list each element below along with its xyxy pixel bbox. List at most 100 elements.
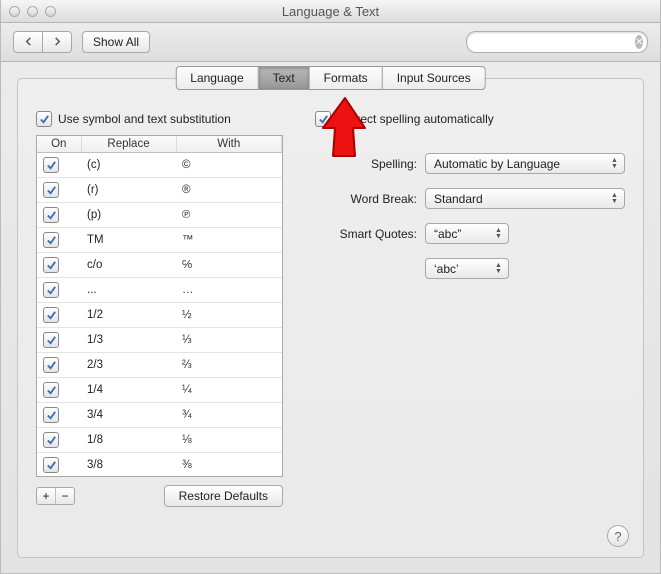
row-with-cell[interactable]: … xyxy=(176,278,282,303)
use-substitution-checkbox[interactable]: Use symbol and text substitution xyxy=(36,111,283,127)
row-with-cell[interactable]: ½ xyxy=(176,303,282,328)
row-on-checkbox[interactable] xyxy=(37,203,81,228)
row-on-checkbox[interactable] xyxy=(37,303,81,328)
table-row[interactable]: ...… xyxy=(37,278,282,303)
row-replace-cell[interactable]: 3/4 xyxy=(81,403,176,428)
row-with-cell[interactable]: ⅜ xyxy=(176,453,282,478)
row-on-checkbox[interactable] xyxy=(37,278,81,303)
row-with-cell[interactable]: ℅ xyxy=(176,253,282,278)
row-with-cell[interactable]: © xyxy=(176,153,282,178)
tab-text[interactable]: Text xyxy=(259,66,310,90)
row-on-checkbox[interactable] xyxy=(37,328,81,353)
col-with[interactable]: With xyxy=(176,136,282,153)
row-replace-cell[interactable]: 2/3 xyxy=(81,353,176,378)
table-row[interactable]: (p)℗ xyxy=(37,203,282,228)
row-with-cell[interactable]: ⅓ xyxy=(176,328,282,353)
row-replace-cell[interactable]: (c) xyxy=(81,153,176,178)
checkbox-icon xyxy=(43,432,59,448)
table-controls: + − Restore Defaults xyxy=(36,485,283,507)
table-row[interactable]: TM™ xyxy=(37,228,282,253)
substitution-table[interactable]: On Replace With (c)©(r)®(p)℗TM™c/o℅...…1… xyxy=(36,135,283,477)
add-button[interactable]: + xyxy=(37,488,56,504)
table-row[interactable]: 1/3⅓ xyxy=(37,328,282,353)
minimize-window-button[interactable] xyxy=(27,6,38,17)
titlebar: Language & Text xyxy=(1,0,660,23)
row-on-checkbox[interactable] xyxy=(37,353,81,378)
row-on-checkbox[interactable] xyxy=(37,153,81,178)
row-with-cell[interactable]: ™ xyxy=(176,228,282,253)
row-replace-cell[interactable]: ... xyxy=(81,278,176,303)
checkbox-icon xyxy=(43,382,59,398)
show-all-button[interactable]: Show All xyxy=(82,31,150,53)
checkbox-icon xyxy=(43,157,59,173)
row-replace-cell[interactable]: 1/8 xyxy=(81,428,176,453)
tab-language[interactable]: Language xyxy=(175,66,258,90)
checkbox-icon xyxy=(43,332,59,348)
table-row[interactable]: 2/3⅔ xyxy=(37,353,282,378)
row-with-cell[interactable]: ® xyxy=(176,178,282,203)
row-with-cell[interactable]: ⅛ xyxy=(176,428,282,453)
table-row[interactable]: (r)® xyxy=(37,178,282,203)
correct-spelling-checkbox[interactable]: Correct spelling automatically xyxy=(315,111,625,127)
row-replace-cell[interactable]: c/o xyxy=(81,253,176,278)
options-section: Correct spelling automatically Spelling:… xyxy=(315,111,625,507)
row-replace-cell[interactable]: 1/4 xyxy=(81,378,176,403)
checkbox-icon xyxy=(43,207,59,223)
spelling-popup[interactable]: Automatic by Language ▲▼ xyxy=(425,153,625,174)
row-replace-cell[interactable]: 1/3 xyxy=(81,328,176,353)
add-remove-buttons: + − xyxy=(36,487,75,505)
row-replace-cell[interactable]: (p) xyxy=(81,203,176,228)
row-with-cell[interactable]: ¼ xyxy=(176,378,282,403)
checkbox-icon xyxy=(315,111,331,127)
wordbreak-popup[interactable]: Standard ▲▼ xyxy=(425,188,625,209)
row-on-checkbox[interactable] xyxy=(37,228,81,253)
table-row[interactable]: 3/4¾ xyxy=(37,403,282,428)
smartquotes-single-popup[interactable]: ‘abc’ ▲▼ xyxy=(425,258,509,279)
table-row[interactable]: c/o℅ xyxy=(37,253,282,278)
row-on-checkbox[interactable] xyxy=(37,428,81,453)
table-row[interactable]: 3/8⅜ xyxy=(37,453,282,478)
tab-input-sources[interactable]: Input Sources xyxy=(383,66,486,90)
row-replace-cell[interactable]: 3/8 xyxy=(81,453,176,478)
table-row[interactable]: 1/2½ xyxy=(37,303,282,328)
updown-icon: ▲▼ xyxy=(608,156,621,171)
help-button[interactable]: ? xyxy=(607,525,629,547)
row-replace-cell[interactable]: (r) xyxy=(81,178,176,203)
window: Language & Text Show All ✕ LanguageTextF… xyxy=(0,0,661,574)
row-on-checkbox[interactable] xyxy=(37,178,81,203)
row-on-checkbox[interactable] xyxy=(37,453,81,478)
smartquotes-double-popup[interactable]: “abc” ▲▼ xyxy=(425,223,509,244)
row-on-checkbox[interactable] xyxy=(37,253,81,278)
zoom-window-button[interactable] xyxy=(45,6,56,17)
smartquotes-label: Smart Quotes: xyxy=(315,227,425,241)
row-with-cell[interactable]: ⅔ xyxy=(176,353,282,378)
row-replace-cell[interactable]: TM xyxy=(81,228,176,253)
row-on-checkbox[interactable] xyxy=(37,403,81,428)
col-on[interactable]: On xyxy=(37,136,81,153)
window-title: Language & Text xyxy=(1,4,660,19)
checkbox-icon xyxy=(43,457,59,473)
search-input[interactable] xyxy=(476,34,635,50)
remove-button[interactable]: − xyxy=(56,488,74,504)
table-row[interactable]: 1/8⅛ xyxy=(37,428,282,453)
row-with-cell[interactable]: ℗ xyxy=(176,203,282,228)
chevron-left-icon xyxy=(24,37,33,46)
back-button[interactable] xyxy=(13,31,43,53)
close-window-button[interactable] xyxy=(9,6,20,17)
row-replace-cell[interactable]: 1/2 xyxy=(81,303,176,328)
restore-defaults-button[interactable]: Restore Defaults xyxy=(164,485,283,507)
search-field[interactable]: ✕ xyxy=(466,31,648,53)
row-with-cell[interactable]: ¾ xyxy=(176,403,282,428)
clear-search-button[interactable]: ✕ xyxy=(635,35,643,49)
use-substitution-label: Use symbol and text substitution xyxy=(58,112,231,126)
chevron-right-icon xyxy=(53,37,62,46)
forward-button[interactable] xyxy=(43,31,72,53)
columns: Use symbol and text substitution On Repl… xyxy=(36,111,625,507)
updown-icon: ▲▼ xyxy=(608,191,621,206)
row-on-checkbox[interactable] xyxy=(37,378,81,403)
table-row[interactable]: (c)© xyxy=(37,153,282,178)
checkbox-icon xyxy=(43,357,59,373)
tab-formats[interactable]: Formats xyxy=(310,66,383,90)
col-replace[interactable]: Replace xyxy=(81,136,176,153)
table-row[interactable]: 1/4¼ xyxy=(37,378,282,403)
